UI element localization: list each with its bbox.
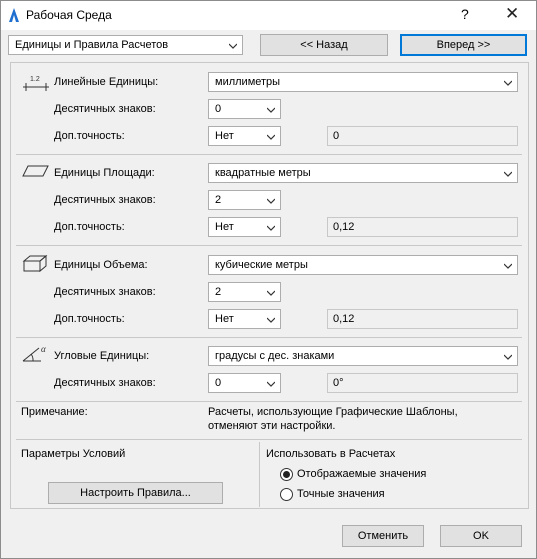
dialog-body: Единицы и Правила Расчетов << Назад Впер… bbox=[0, 30, 537, 559]
area-units-icon bbox=[22, 165, 49, 177]
note-line-2: отменяют эти настройки. bbox=[208, 420, 336, 432]
angular-example-field: 0° bbox=[327, 373, 518, 393]
angular-units-label: Угловые Единицы: bbox=[54, 350, 150, 362]
volume-unit-dropdown[interactable]: кубические метры bbox=[208, 255, 518, 275]
volume-precision-value: Нет bbox=[215, 313, 234, 325]
linear-decimals-dropdown[interactable]: 0 bbox=[208, 99, 281, 119]
chevron-down-icon bbox=[267, 317, 275, 323]
linear-decimals-label: Десятичных знаков: bbox=[54, 103, 156, 115]
chevron-down-icon bbox=[504, 263, 512, 269]
volume-units-label: Единицы Объема: bbox=[54, 259, 148, 271]
area-precision-dropdown[interactable]: Нет bbox=[208, 217, 281, 237]
note-label: Примечание: bbox=[21, 406, 88, 418]
angular-unit-dropdown[interactable]: градусы с дес. знаками bbox=[208, 346, 518, 366]
volume-decimals-dropdown[interactable]: 2 bbox=[208, 282, 281, 302]
chevron-down-icon bbox=[504, 171, 512, 177]
chevron-down-icon bbox=[229, 43, 237, 49]
area-units-label: Единицы Площади: bbox=[54, 167, 155, 179]
chevron-down-icon bbox=[267, 107, 275, 113]
radio-displayed-values-label[interactable]: Отображаемые значения bbox=[297, 468, 426, 480]
angular-decimals-label: Десятичных знаков: bbox=[54, 377, 156, 389]
angular-units-icon: α bbox=[22, 344, 46, 362]
volume-decimals-label: Десятичных знаков: bbox=[54, 286, 156, 298]
area-decimals-label: Десятичных знаков: bbox=[54, 194, 156, 206]
radio-selected-dot bbox=[283, 471, 290, 478]
linear-unit-value: миллиметры bbox=[215, 76, 281, 88]
radio-exact-values[interactable] bbox=[280, 488, 293, 501]
chevron-down-icon bbox=[267, 225, 275, 231]
chevron-down-icon bbox=[267, 198, 275, 204]
chevron-down-icon bbox=[267, 134, 275, 140]
area-decimals-value: 2 bbox=[215, 194, 222, 206]
angular-unit-value: градусы с дес. знаками bbox=[215, 350, 335, 362]
cancel-button[interactable]: Отменить bbox=[342, 525, 424, 547]
divider bbox=[16, 439, 522, 440]
note-line-1: Расчеты, использующие Графические Шаблон… bbox=[208, 406, 458, 418]
chevron-down-icon bbox=[267, 381, 275, 387]
volume-unit-value: кубические метры bbox=[215, 259, 308, 271]
close-button[interactable]: ✕ bbox=[505, 4, 519, 24]
linear-units-label: Линейные Единицы: bbox=[54, 76, 159, 88]
radio-displayed-values[interactable] bbox=[280, 468, 293, 481]
angular-decimals-value: 0 bbox=[215, 377, 222, 389]
volume-decimals-value: 2 bbox=[215, 286, 222, 298]
divider bbox=[16, 154, 522, 155]
configure-rules-button[interactable]: Настроить Правила... bbox=[48, 482, 223, 504]
page-select-value: Единицы и Правила Расчетов bbox=[15, 39, 169, 51]
area-precision-value: Нет bbox=[215, 221, 234, 233]
title-bar: Рабочая Среда ? ✕ bbox=[0, 0, 537, 30]
svg-text:1.2: 1.2 bbox=[30, 76, 40, 83]
area-precision-label: Доп.точность: bbox=[54, 221, 125, 233]
page-select-dropdown[interactable]: Единицы и Правила Расчетов bbox=[8, 35, 243, 55]
linear-example-field: 0 bbox=[327, 126, 518, 146]
volume-example-field: 0,12 bbox=[327, 309, 518, 329]
svg-text:α: α bbox=[41, 344, 46, 354]
vertical-divider bbox=[259, 442, 260, 507]
volume-precision-label: Доп.точность: bbox=[54, 313, 125, 325]
linear-precision-label: Доп.точность: bbox=[54, 130, 125, 142]
back-button[interactable]: << Назад bbox=[260, 34, 388, 56]
linear-decimals-value: 0 bbox=[215, 103, 222, 115]
window-title: Рабочая Среда bbox=[26, 8, 112, 22]
linear-precision-dropdown[interactable]: Нет bbox=[208, 126, 281, 146]
linear-unit-dropdown[interactable]: миллиметры bbox=[208, 72, 518, 92]
volume-units-icon bbox=[22, 254, 48, 273]
angular-decimals-dropdown[interactable]: 0 bbox=[208, 373, 281, 393]
divider bbox=[16, 245, 522, 246]
radio-exact-values-label[interactable]: Точные значения bbox=[297, 488, 385, 500]
volume-precision-dropdown[interactable]: Нет bbox=[208, 309, 281, 329]
linear-units-icon: 1.2 bbox=[23, 76, 49, 91]
conditions-label: Параметры Условий bbox=[21, 448, 126, 460]
chevron-down-icon bbox=[504, 354, 512, 360]
use-in-calc-label: Использовать в Расчетах bbox=[266, 448, 396, 460]
chevron-down-icon bbox=[267, 290, 275, 296]
archicad-app-icon bbox=[9, 8, 19, 22]
area-example-field: 0,12 bbox=[327, 217, 518, 237]
area-decimals-dropdown[interactable]: 2 bbox=[208, 190, 281, 210]
forward-button[interactable]: Вперед >> bbox=[400, 34, 527, 56]
help-button[interactable]: ? bbox=[461, 6, 469, 22]
chevron-down-icon bbox=[504, 80, 512, 86]
divider bbox=[16, 337, 522, 338]
divider bbox=[16, 401, 522, 402]
area-unit-dropdown[interactable]: квадратные метры bbox=[208, 163, 518, 183]
ok-button[interactable]: OK bbox=[440, 525, 522, 547]
linear-precision-value: Нет bbox=[215, 130, 234, 142]
area-unit-value: квадратные метры bbox=[215, 167, 311, 179]
